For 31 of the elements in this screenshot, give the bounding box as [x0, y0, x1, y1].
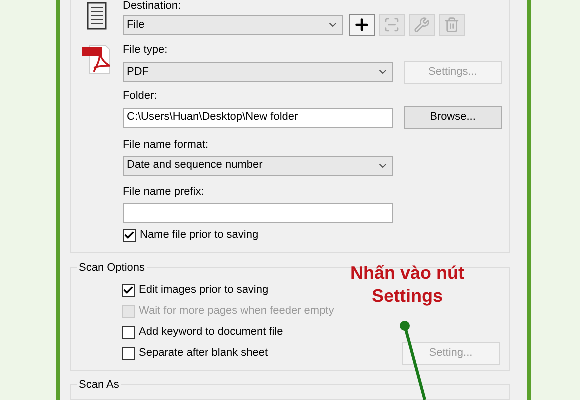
field-label: Destination: [123, 0, 182, 13]
field-label: Folder: [123, 88, 158, 104]
checkbox-label: Wait for more pages when feeder empty [139, 304, 334, 320]
check-icon [124, 230, 135, 241]
dropdown[interactable]: File [123, 15, 343, 35]
checkbox-label: Name file prior to saving [140, 228, 259, 244]
checkbox[interactable] [122, 284, 135, 297]
folder-input[interactable]: C:\Users\Huan\Desktop\New folder [123, 108, 393, 128]
dropdown[interactable]: PDF [123, 62, 393, 82]
checkbox-label: Edit images prior to saving [139, 283, 269, 298]
dropdown[interactable]: Date and sequence number [123, 156, 393, 176]
plus-icon [353, 16, 371, 34]
toolbar-button[interactable] [349, 14, 375, 36]
check-icon [123, 285, 134, 296]
checkbox[interactable] [122, 347, 135, 360]
button[interactable]: Browse... [404, 106, 502, 129]
annotation-text: Nhấn vào nút [350, 262, 464, 285]
field-label: File type: [123, 43, 169, 58]
annotation-text: Settings [372, 285, 443, 308]
checkbox[interactable] [123, 229, 136, 242]
checkbox-label: Add keyword to document file [139, 325, 284, 340]
scanner-icon [384, 17, 400, 33]
field-label: File name prefix: [123, 184, 206, 200]
checkbox-label: Separate after blank sheet [139, 346, 268, 362]
field-label: File name format: [123, 138, 210, 153]
trash-icon [444, 17, 460, 33]
pdf-icon [82, 44, 112, 76]
prefix-input[interactable] [123, 203, 393, 223]
group-title: Scan Options [77, 260, 148, 276]
checkbox[interactable] [122, 326, 135, 339]
wrench-icon [414, 17, 430, 33]
